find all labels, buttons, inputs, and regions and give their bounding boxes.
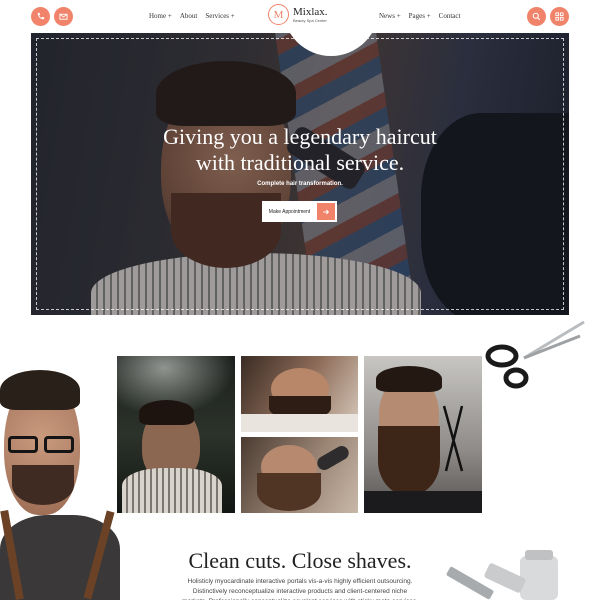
gallery-photo-beard-brush: [241, 437, 358, 513]
scissors-icon: [485, 320, 585, 389]
nav-item-about[interactable]: About: [180, 12, 198, 20]
mail-icon[interactable]: [54, 7, 73, 26]
logo-tagline: Beauty Spa Center: [293, 17, 327, 23]
hero-subtitle: Complete hair transformation.: [257, 181, 343, 187]
hero-title-line-1: Giving you a legendary haircut: [163, 124, 437, 149]
logo-name: Mixlax.: [293, 5, 328, 18]
arrow-right-icon: [317, 203, 335, 220]
nav-item-home[interactable]: Home +: [149, 12, 172, 20]
menu-icon[interactable]: [550, 7, 569, 26]
gallery-photo-fade-cut: [117, 356, 235, 513]
section-paragraph: Holisticly myocardinate interactive port…: [182, 578, 418, 600]
nav-left: Home + About Services +: [149, 12, 235, 20]
nav-item-news[interactable]: News +: [379, 12, 401, 20]
phone-icon[interactable]: [31, 7, 50, 26]
logo-mark: M: [268, 4, 289, 25]
nav-item-services[interactable]: Services +: [205, 12, 234, 20]
barber-tools-image: [446, 550, 558, 600]
hero-banner: Giving you a legendary haircut with trad…: [31, 33, 569, 315]
make-appointment-label: Make Appointment: [268, 208, 311, 215]
nav-right: News + Pages + Contact: [379, 12, 460, 20]
hero-title: Giving you a legendary haircut with trad…: [31, 124, 569, 176]
search-icon[interactable]: [527, 7, 546, 26]
make-appointment-button[interactable]: Make Appointment: [262, 201, 337, 222]
site-logo[interactable]: M Mixlax. Beauty Spa Center: [268, 4, 328, 25]
site-header: Home + About Services + M Mixlax. Beauty…: [0, 0, 600, 34]
gallery-photo-scissors-portrait: [364, 356, 482, 513]
nav-item-pages[interactable]: Pages +: [409, 12, 431, 20]
nav-item-contact[interactable]: Contact: [439, 12, 461, 20]
hero-title-line-2: with traditional service.: [195, 150, 405, 175]
gallery-photo-hot-towel-shave: [241, 356, 358, 432]
